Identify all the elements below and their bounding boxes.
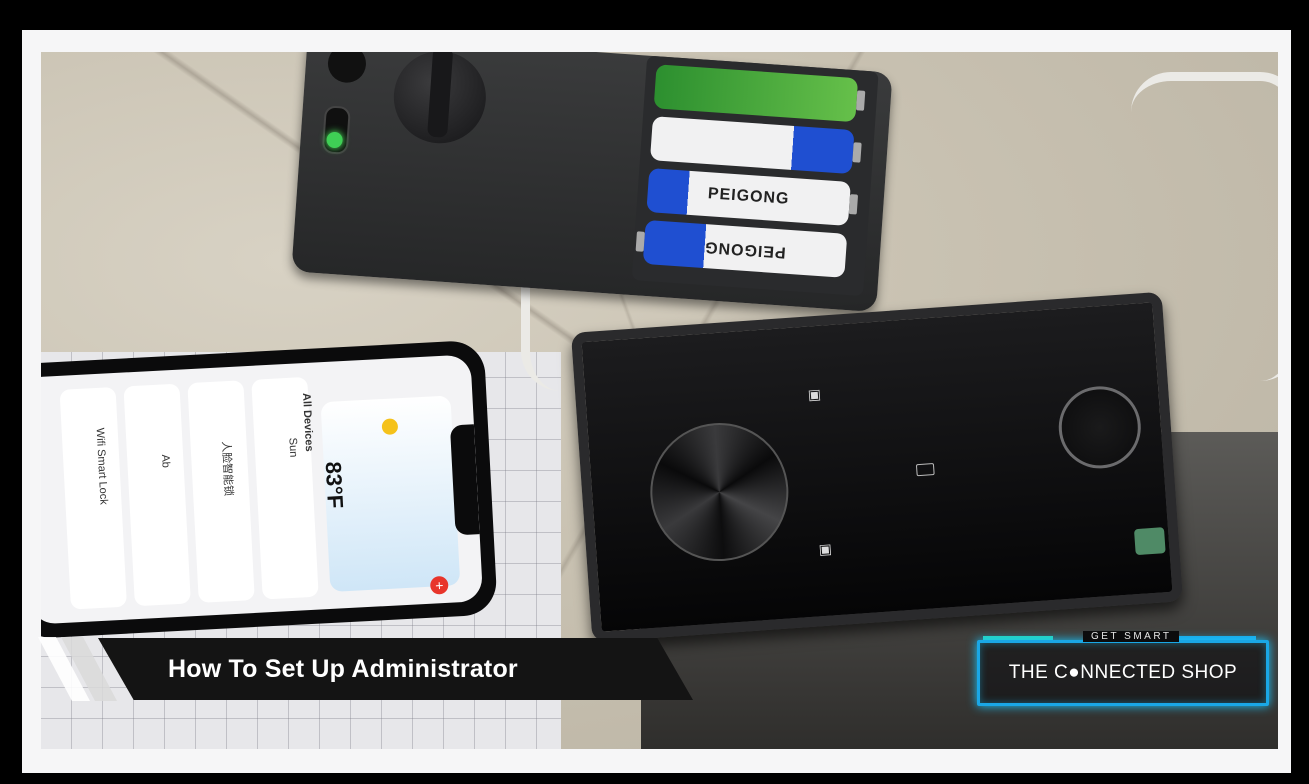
phone-screen: Wifi Smart Lock Ab 人脸智能锁 Sun All Devices…: [41, 354, 484, 625]
battery-tray: PEIGONG PEIGONG: [631, 55, 879, 297]
battery-brand-label: PEIGONG: [707, 185, 791, 208]
rotary-dial: [645, 418, 794, 566]
logo-name: THE C●NNECTED SHOP: [1008, 662, 1238, 683]
sun-icon: [381, 418, 399, 436]
device-name: Ab: [159, 454, 172, 469]
brand-logo: THE C●NNECTED SHOP: [977, 640, 1269, 706]
battery-module: PEIGONG PEIGONG: [291, 52, 893, 313]
battery-brand-label: PEIGONG: [703, 238, 787, 261]
keyhole: [326, 52, 368, 84]
device-name: Sun: [286, 437, 300, 458]
phone-notch: [449, 424, 480, 536]
thumb-turn-knob: [390, 52, 489, 147]
smart-lock-panel: ▣ ▣: [570, 291, 1184, 643]
device-name: 人脸智能锁: [219, 440, 235, 497]
battery-indicator-icon: [915, 463, 935, 477]
device-tile: 人脸智能锁: [187, 380, 255, 603]
temperature-readout: 83°F: [320, 461, 349, 509]
logo-tagline: GET SMART: [1083, 631, 1180, 642]
lock-icon: ▣: [807, 385, 822, 403]
battery-cell: PEIGONG: [635, 219, 848, 278]
fingerprint-sensor: [1056, 383, 1144, 472]
video-title: How To Set Up Administrator: [168, 654, 518, 683]
device-tile: Wifi Smart Lock: [59, 386, 127, 610]
device-tile: Ab: [123, 383, 191, 607]
device-name: Wifi Smart Lock: [93, 427, 110, 506]
lower-third-banner: How To Set Up Administrator: [98, 638, 693, 700]
battery-cell: [649, 116, 862, 175]
latch-tab: [1133, 527, 1166, 556]
add-device-icon: +: [429, 575, 449, 595]
battery-cell: PEIGONG: [646, 167, 859, 226]
smartphone: Wifi Smart Lock Ab 人脸智能锁 Sun All Devices…: [41, 339, 498, 640]
weather-card: 83°F: [320, 395, 461, 592]
battery-cell: [653, 64, 866, 123]
unlock-icon: ▣: [818, 540, 833, 558]
section-label: All Devices: [300, 392, 316, 452]
